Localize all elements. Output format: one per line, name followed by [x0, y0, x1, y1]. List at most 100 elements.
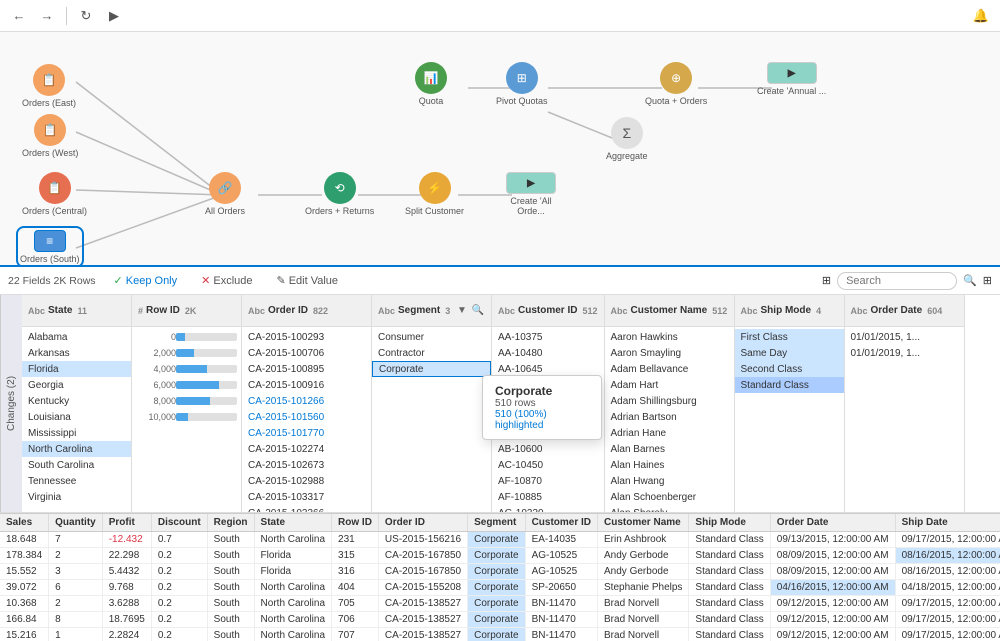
list-item[interactable]: AC-10450: [492, 457, 604, 473]
list-item[interactable]: 01/01/2015, 1...: [845, 329, 964, 345]
list-item[interactable]: AG-10330: [492, 505, 604, 512]
forward-button[interactable]: →: [36, 5, 58, 27]
table-row[interactable]: 166.84818.76950.2SouthNorth Carolina706C…: [0, 612, 1000, 628]
node-all-orders[interactable]: 🔗 All Orders: [205, 172, 245, 216]
list-item[interactable]: Alan Schoenberger: [605, 489, 734, 505]
list-item[interactable]: CA-2015-101770: [242, 425, 371, 441]
list-item[interactable]: AB-10600: [492, 441, 604, 457]
list-item[interactable]: Consumer: [372, 329, 491, 345]
list-item[interactable]: Alan Hwang: [605, 473, 734, 489]
list-item[interactable]: AF-10885: [492, 489, 604, 505]
play-button[interactable]: ▶: [103, 5, 125, 27]
node-quota[interactable]: 📊 Quota: [415, 62, 447, 106]
list-item[interactable]: North Carolina: [22, 441, 131, 457]
notification-button[interactable]: 🔔: [970, 5, 992, 27]
table-row[interactable]: 178.384222.2980.2SouthFlorida315CA-2015-…: [0, 548, 1000, 564]
table-row[interactable]: 15.55235.44320.2SouthFlorida316CA-2015-1…: [0, 564, 1000, 580]
list-item[interactable]: CA-2015-100895: [242, 361, 371, 377]
table-cell: 178.384: [0, 548, 49, 564]
list-item[interactable]: CA-2015-103366: [242, 505, 371, 512]
table-cell: CA-2015-167850: [378, 548, 467, 564]
node-pivot-quotas[interactable]: ⊞ Pivot Quotas: [496, 62, 548, 106]
refresh-button[interactable]: ↻: [75, 5, 97, 27]
orderid-col-body: CA-2015-100293 CA-2015-100706 CA-2015-10…: [242, 327, 371, 512]
table-row[interactable]: 39.07269.7680.2SouthNorth Carolina404CA-…: [0, 580, 1000, 596]
list-item[interactable]: AA-10375: [492, 329, 604, 345]
table-cell: CA-2015-155208: [378, 580, 467, 596]
list-item[interactable]: First Class: [735, 329, 844, 345]
list-item[interactable]: Adam Hart: [605, 377, 734, 393]
list-item[interactable]: CA-2015-101560: [242, 409, 371, 425]
back-button[interactable]: ←: [8, 5, 30, 27]
list-item[interactable]: Aaron Smayling: [605, 345, 734, 361]
search-area: ⊞ 🔍 ⊞: [822, 272, 992, 290]
table-cell: 9.768: [102, 580, 151, 596]
keep-only-button[interactable]: ✓ Keep Only: [108, 272, 184, 289]
list-item[interactable]: 01/01/2019, 1...: [845, 345, 964, 361]
list-item[interactable]: CA-2015-102988: [242, 473, 371, 489]
list-item[interactable]: CA-2015-102673: [242, 457, 371, 473]
list-item[interactable]: CA-2015-102274: [242, 441, 371, 457]
list-item[interactable]: Tennessee: [22, 473, 131, 489]
table-cell: Corporate: [468, 612, 525, 628]
node-orders-south[interactable]: ≡ Orders (South): [18, 228, 82, 266]
node-quota-orders[interactable]: ⊕ Quota + Orders: [645, 62, 707, 106]
list-item[interactable]: Adrian Bartson: [605, 409, 734, 425]
node-orders-east[interactable]: 📋 Orders (East): [22, 64, 76, 108]
list-item[interactable]: Louisiana: [22, 409, 131, 425]
edit-value-button[interactable]: ✎ Edit Value: [271, 272, 345, 289]
list-item[interactable]: Standard Class: [735, 377, 844, 393]
node-create-all[interactable]: ▶ Create 'All Orde...: [496, 172, 566, 216]
table-cell: South: [207, 628, 254, 641]
table-cell: 6: [49, 580, 103, 596]
node-orders-returns[interactable]: ⟲ Orders + Returns: [305, 172, 374, 216]
table-cell: Florida: [254, 564, 331, 580]
list-item[interactable]: Florida: [22, 361, 131, 377]
table-cell: 22.298: [102, 548, 151, 564]
shipmode-column: Abc Ship Mode 4 First Class Same Day Sec…: [735, 295, 845, 512]
list-item[interactable]: Second Class: [735, 361, 844, 377]
list-item[interactable]: Corporate: [372, 361, 491, 377]
list-item[interactable]: Alan Shorely: [605, 505, 734, 512]
list-item[interactable]: CA-2015-103317: [242, 489, 371, 505]
table-row[interactable]: 18.6487-12.4320.7SouthNorth Carolina231U…: [0, 532, 1000, 548]
list-item[interactable]: Same Day: [735, 345, 844, 361]
node-create-annual[interactable]: ▶ Create 'Annual ...: [757, 62, 826, 96]
list-item[interactable]: Virginia: [22, 489, 131, 505]
list-item[interactable]: CA-2015-100293: [242, 329, 371, 345]
list-item[interactable]: CA-2015-100706: [242, 345, 371, 361]
table-cell: 08/09/2015, 12:00:00 AM: [770, 548, 895, 564]
table-cell: Florida: [254, 548, 331, 564]
shipmode-col-header: Abc Ship Mode 4: [735, 295, 844, 327]
list-item[interactable]: AA-10480: [492, 345, 604, 361]
state-col-header: Abc State 11: [22, 295, 131, 327]
list-item[interactable]: CA-2015-101266: [242, 393, 371, 409]
list-item[interactable]: Alan Barnes: [605, 441, 734, 457]
list-item[interactable]: AF-10870: [492, 473, 604, 489]
exclude-button[interactable]: ✕ Exclude: [195, 272, 258, 289]
th-discount: Discount: [151, 514, 207, 532]
search-col-icon[interactable]: 🔍: [471, 304, 485, 318]
table-row[interactable]: 15.21612.28240.2SouthNorth Carolina707CA…: [0, 628, 1000, 641]
search-input[interactable]: [837, 272, 957, 290]
list-item[interactable]: Arkansas: [22, 345, 131, 361]
node-split-customer[interactable]: ⚡ Split Customer: [405, 172, 464, 216]
list-item[interactable]: Adam Shillingsburg: [605, 393, 734, 409]
node-orders-west[interactable]: 📋 Orders (West): [22, 114, 78, 158]
list-item[interactable]: Kentucky: [22, 393, 131, 409]
table-row[interactable]: 10.36823.62880.2SouthNorth Carolina705CA…: [0, 596, 1000, 612]
list-item[interactable]: Alabama: [22, 329, 131, 345]
list-item[interactable]: Adam Bellavance: [605, 361, 734, 377]
node-aggregate[interactable]: Σ Aggregate: [606, 117, 648, 161]
table-cell: 0.2: [151, 628, 207, 641]
list-item[interactable]: Georgia: [22, 377, 131, 393]
node-orders-central[interactable]: 📋 Orders (Central): [22, 172, 87, 216]
list-item[interactable]: CA-2015-100916: [242, 377, 371, 393]
list-item[interactable]: Alan Haines: [605, 457, 734, 473]
list-item[interactable]: Mississippi: [22, 425, 131, 441]
filter-icon[interactable]: ▼: [455, 304, 469, 318]
list-item[interactable]: Adrian Hane: [605, 425, 734, 441]
list-item[interactable]: Aaron Hawkins: [605, 329, 734, 345]
list-item[interactable]: Contractor: [372, 345, 491, 361]
list-item[interactable]: South Carolina: [22, 457, 131, 473]
